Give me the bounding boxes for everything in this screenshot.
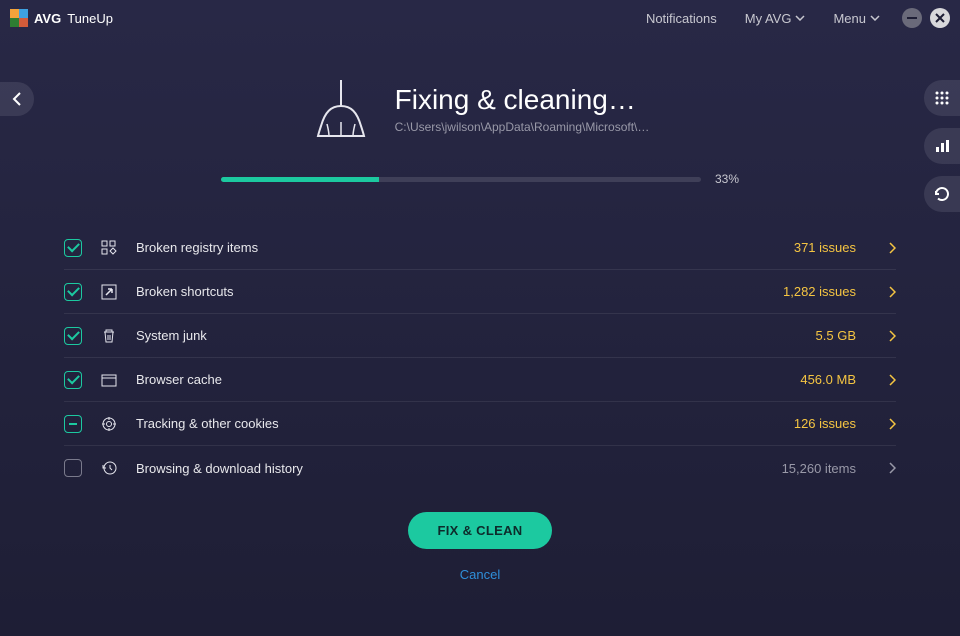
- notifications-label: Notifications: [646, 11, 717, 26]
- checkbox-broken-registry[interactable]: [64, 239, 82, 257]
- menu-label: Menu: [833, 11, 866, 26]
- action-footer: FIX & CLEAN Cancel: [0, 512, 960, 582]
- row-value: 371 issues: [794, 240, 856, 255]
- undo-icon: [933, 185, 951, 203]
- issues-list: Broken registry items 371 issues Broken sh…: [64, 226, 896, 490]
- row-label: System junk: [136, 328, 798, 343]
- close-button[interactable]: [930, 8, 950, 28]
- page-title: Fixing & cleaning…: [395, 84, 650, 116]
- apps-grid-button[interactable]: [924, 80, 960, 116]
- row-label: Broken shortcuts: [136, 284, 765, 299]
- broom-icon: [311, 76, 371, 142]
- list-row-browser-cache: Browser cache 456.0 MB: [64, 358, 896, 402]
- progress-bar: [221, 177, 701, 182]
- list-row-system-junk: System junk 5.5 GB: [64, 314, 896, 358]
- target-icon: [100, 415, 118, 433]
- progress-percent: 33%: [715, 172, 739, 186]
- grid-icon: [934, 90, 950, 106]
- chevron-left-icon: [12, 92, 22, 106]
- row-value: 456.0 MB: [800, 372, 856, 387]
- chevron-right-icon: [888, 330, 896, 342]
- notifications-link[interactable]: Notifications: [646, 11, 717, 26]
- avg-logo-icon: [10, 9, 28, 27]
- stats-button[interactable]: [924, 128, 960, 164]
- brand-prefix: AVG: [34, 11, 61, 26]
- right-rail: [924, 80, 960, 212]
- fix-clean-button[interactable]: FIX & CLEAN: [408, 512, 553, 549]
- checkbox-tracking-cookies[interactable]: [64, 415, 82, 433]
- row-label: Tracking & other cookies: [136, 416, 776, 431]
- history-icon: [100, 459, 118, 477]
- my-avg-label: My AVG: [745, 11, 792, 26]
- chevron-right-icon: [888, 286, 896, 298]
- my-avg-menu[interactable]: My AVG: [745, 11, 806, 26]
- row-expand-broken-registry[interactable]: [888, 242, 896, 254]
- titlebar: AVG TuneUp Notifications My AVG Menu: [0, 0, 960, 36]
- app-logo: AVG TuneUp: [10, 9, 113, 27]
- shortcut-icon: [100, 283, 118, 301]
- header-panel: Fixing & cleaning… C:\Users\jwilson\AppD…: [0, 76, 960, 186]
- row-value: 15,260 items: [782, 461, 856, 476]
- row-value: 5.5 GB: [816, 328, 856, 343]
- row-expand-system-junk[interactable]: [888, 330, 896, 342]
- checkbox-broken-shortcuts[interactable]: [64, 283, 82, 301]
- back-button[interactable]: [0, 82, 34, 116]
- checkbox-browser-cache[interactable]: [64, 371, 82, 389]
- list-row-broken-shortcuts: Broken shortcuts 1,282 issues: [64, 270, 896, 314]
- row-label: Browsing & download history: [136, 461, 764, 476]
- list-row-tracking-cookies: Tracking & other cookies 126 issues: [64, 402, 896, 446]
- browser-icon: [100, 371, 118, 389]
- current-path: C:\Users\jwilson\AppData\Roaming\Microso…: [395, 120, 650, 134]
- row-label: Broken registry items: [136, 240, 776, 255]
- list-row-browsing-history: Browsing & download history 15,260 items: [64, 446, 896, 490]
- row-expand-browsing-history[interactable]: [888, 462, 896, 474]
- product-name: TuneUp: [67, 11, 113, 26]
- checkbox-browsing-history[interactable]: [64, 459, 82, 477]
- chevron-right-icon: [888, 418, 896, 430]
- menu-dropdown[interactable]: Menu: [833, 11, 880, 26]
- checkbox-system-junk[interactable]: [64, 327, 82, 345]
- progress-fill: [221, 177, 379, 182]
- trash-icon: [100, 327, 118, 345]
- minimize-icon: [907, 17, 917, 19]
- row-label: Browser cache: [136, 372, 782, 387]
- grid-icon: [100, 239, 118, 257]
- chevron-right-icon: [888, 374, 896, 386]
- undo-button[interactable]: [924, 176, 960, 212]
- list-row-broken-registry: Broken registry items 371 issues: [64, 226, 896, 270]
- row-value: 1,282 issues: [783, 284, 856, 299]
- minimize-button[interactable]: [902, 8, 922, 28]
- close-icon: [935, 13, 945, 23]
- row-expand-browser-cache[interactable]: [888, 374, 896, 386]
- row-expand-tracking-cookies[interactable]: [888, 418, 896, 430]
- chevron-down-icon: [795, 15, 805, 21]
- chevron-right-icon: [888, 462, 896, 474]
- row-expand-broken-shortcuts[interactable]: [888, 286, 896, 298]
- bar-chart-icon: [934, 138, 950, 154]
- chevron-down-icon: [870, 15, 880, 21]
- chevron-right-icon: [888, 242, 896, 254]
- cancel-button[interactable]: Cancel: [460, 567, 500, 582]
- row-value: 126 issues: [794, 416, 856, 431]
